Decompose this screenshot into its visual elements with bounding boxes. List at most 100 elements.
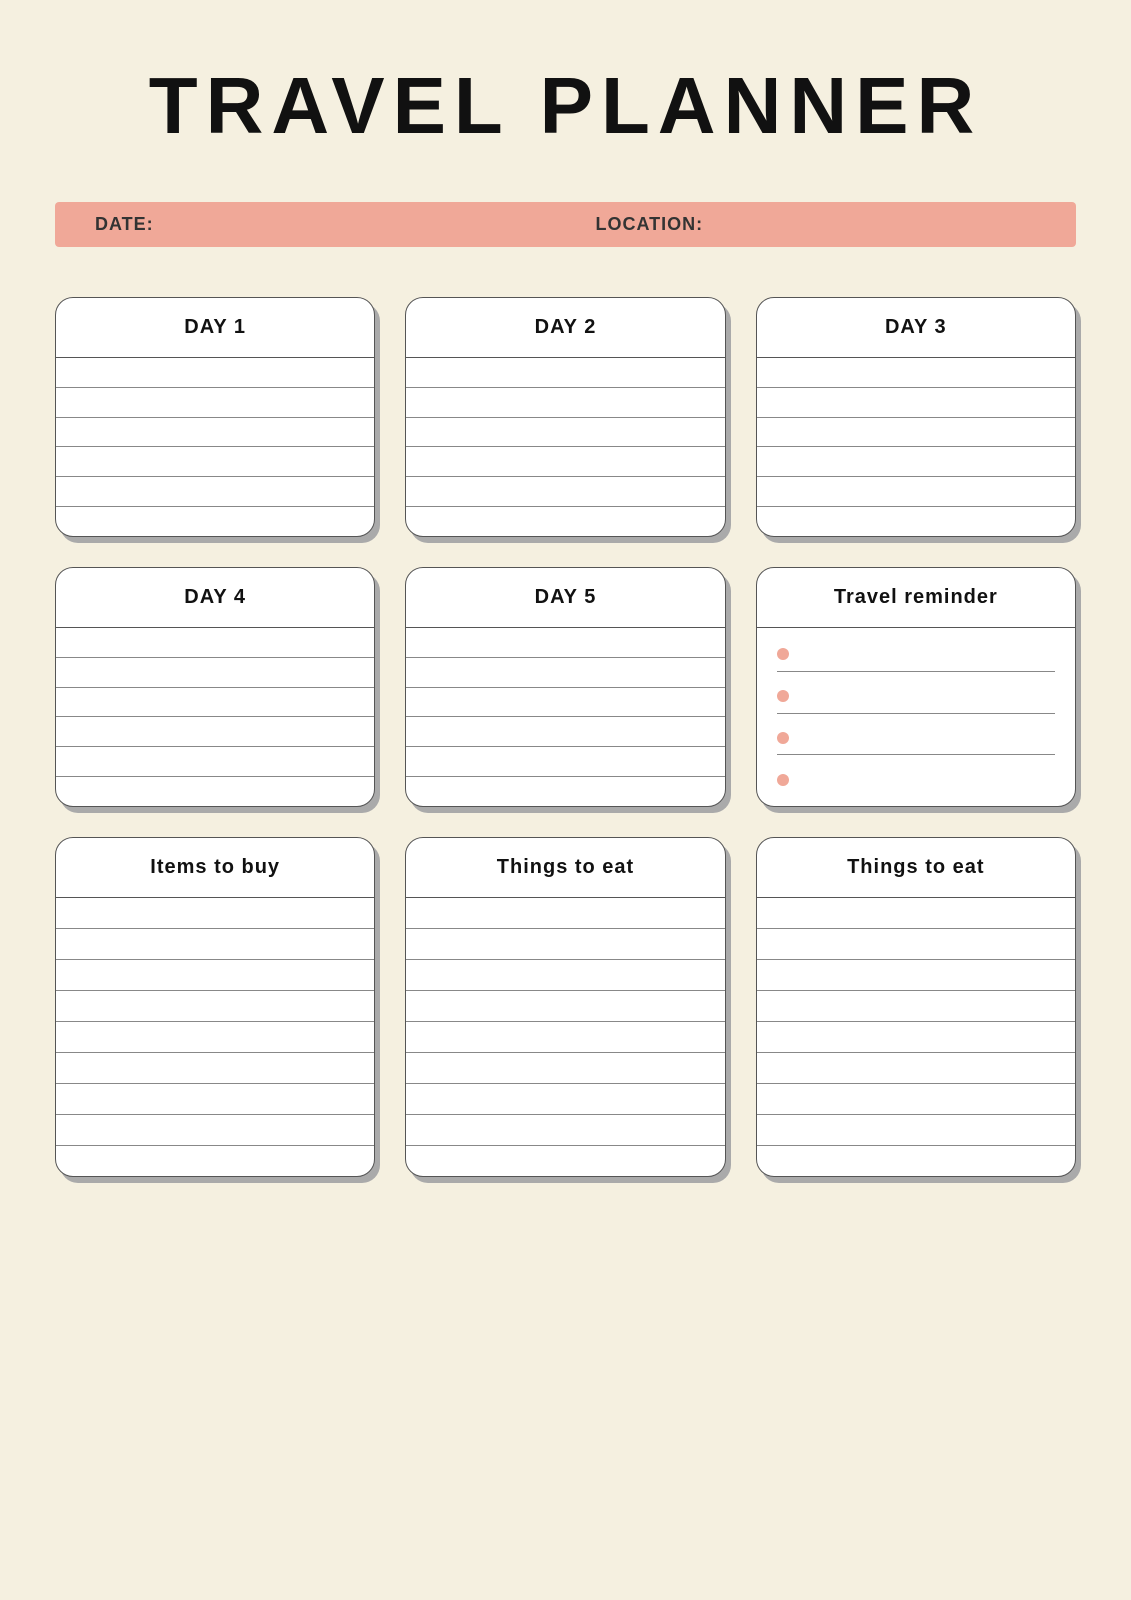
date-label: DATE: [95,214,154,234]
line [406,628,724,658]
card-items-to-buy-header: Items to buy [56,838,374,898]
reminder-line [777,722,1055,756]
line [406,477,724,507]
line [406,960,724,991]
line [757,991,1075,1022]
line [406,1084,724,1115]
bullet-icon [777,774,789,786]
line [56,358,374,388]
reminder-line [777,763,1055,796]
card-day2-lines [406,358,724,536]
line [406,658,724,688]
location-section: LOCATION: [536,214,1037,235]
line [757,1084,1075,1115]
card-day2: DAY 2 [405,297,725,537]
card-day3: DAY 3 [756,297,1076,537]
line [757,418,1075,448]
location-label: LOCATION: [596,214,704,234]
card-day4: DAY 4 [55,567,375,807]
card-day3-header: DAY 3 [757,298,1075,358]
line [406,1022,724,1053]
line [757,1053,1075,1084]
line [406,358,724,388]
line [56,658,374,688]
line [406,418,724,448]
bullet-icon [777,732,789,744]
line [56,418,374,448]
line [406,1053,724,1084]
line [406,747,724,777]
line [406,388,724,418]
card-travel-reminder: Travel reminder [756,567,1076,807]
card-things-to-eat-2: Things to eat [756,837,1076,1177]
line [757,960,1075,991]
bullet-icon [777,648,789,660]
line [406,929,724,960]
line [406,447,724,477]
card-items-to-buy-lines [56,898,374,1176]
card-day4-header: DAY 4 [56,568,374,628]
line [56,960,374,991]
line [56,717,374,747]
line [56,507,374,536]
line [56,628,374,658]
line [56,1053,374,1084]
card-reminder-lines [757,628,1075,806]
card-day1-lines [56,358,374,536]
cards-grid: DAY 1 DAY 2 DAY 3 [55,297,1076,1177]
line [757,898,1075,929]
card-day5-lines [406,628,724,806]
line [406,507,724,536]
line [56,688,374,718]
card-day4-lines [56,628,374,806]
line [757,507,1075,536]
page: TRAVEL PLANNER DATE: LOCATION: DAY 1 DAY… [0,0,1131,1600]
line [406,1115,724,1146]
line [757,1022,1075,1053]
line [56,929,374,960]
reminder-line [777,638,1055,672]
line [56,1115,374,1146]
page-title: TRAVEL PLANNER [149,60,983,152]
card-items-to-buy: Items to buy [55,837,375,1177]
line [56,747,374,777]
card-things-to-eat-2-header: Things to eat [757,838,1075,898]
line [56,1146,374,1176]
line [757,929,1075,960]
line [406,688,724,718]
card-things-to-eat-1-header: Things to eat [406,838,724,898]
line [56,898,374,929]
line [406,898,724,929]
line [56,777,374,806]
line [406,777,724,806]
card-things-to-eat-1-lines [406,898,724,1176]
reminder-line [777,680,1055,714]
card-things-to-eat-1: Things to eat [405,837,725,1177]
line [406,717,724,747]
line [406,1146,724,1176]
line [56,1084,374,1115]
line [757,447,1075,477]
line [757,1146,1075,1176]
line [406,991,724,1022]
line [56,388,374,418]
card-day5-header: DAY 5 [406,568,724,628]
date-location-bar: DATE: LOCATION: [55,202,1076,247]
line [757,477,1075,507]
line [56,477,374,507]
line [56,447,374,477]
line [56,1022,374,1053]
card-things-to-eat-2-lines [757,898,1075,1176]
bullet-icon [777,690,789,702]
card-day1-header: DAY 1 [56,298,374,358]
date-section: DATE: [95,214,536,235]
line [56,991,374,1022]
card-travel-reminder-header: Travel reminder [757,568,1075,628]
line [757,388,1075,418]
card-day1: DAY 1 [55,297,375,537]
line [757,358,1075,388]
card-day5: DAY 5 [405,567,725,807]
card-day2-header: DAY 2 [406,298,724,358]
line [757,1115,1075,1146]
card-day3-lines [757,358,1075,536]
